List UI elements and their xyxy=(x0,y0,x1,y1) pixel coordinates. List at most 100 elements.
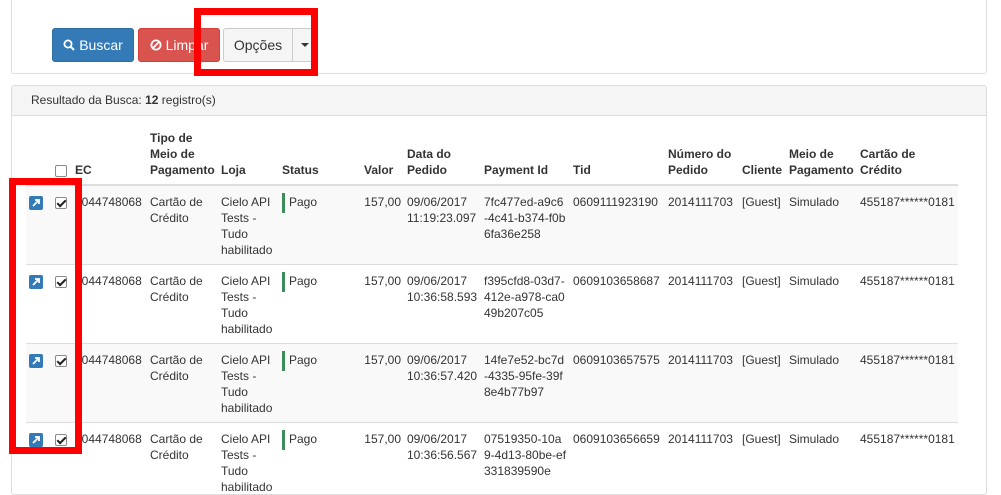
cell-tipo: Cartão de Crédito xyxy=(147,185,218,265)
data-value: 09/06/2017 11:19:23.097 xyxy=(407,195,476,225)
header-tipo[interactable]: Tipo de Meio de Pagamento xyxy=(147,130,218,185)
loja-value: Cielo API Tests - Tudo habilitado xyxy=(221,195,272,257)
header-cliente[interactable]: Cliente xyxy=(739,130,786,185)
table-row[interactable]: 0044748068 Cartão de Crédito Cielo API Tes… xyxy=(26,423,958,495)
header-loja[interactable]: Loja xyxy=(218,130,279,185)
cartao-value: 455187******0181 xyxy=(860,353,955,367)
cartao-value: 455187******0181 xyxy=(860,432,955,446)
ec-value: 0044748068 xyxy=(75,353,142,367)
cell-cartao: 455187******0181 xyxy=(857,423,958,495)
header-meio[interactable]: Meio de Pagamento xyxy=(786,130,857,185)
cell-data: 09/06/2017 10:36:58.593 xyxy=(404,265,481,344)
cell-ec: 0044748068 xyxy=(72,423,147,495)
buscar-label: Buscar xyxy=(79,37,123,53)
header-valor[interactable]: Valor xyxy=(361,130,404,185)
cell-payment-id: 7fc477ed-a9c6-4c41-b374-f0b6fa36e258 xyxy=(481,185,570,265)
header-status[interactable]: Status xyxy=(279,130,361,185)
cell-tipo: Cartão de Crédito xyxy=(147,265,218,344)
table-row[interactable]: 0044748068 Cartão de Crédito Cielo API Tes… xyxy=(26,344,958,423)
header-tid[interactable]: Tid xyxy=(570,130,665,185)
cell-valor: 157,00 xyxy=(361,185,404,265)
buscar-button[interactable]: Buscar xyxy=(52,28,134,62)
cell-tid: 0609103658687 xyxy=(570,265,665,344)
status-value: Pago xyxy=(289,195,317,209)
result-heading-prefix: Resultado da Busca: xyxy=(31,93,145,107)
highlight-row-actions xyxy=(9,178,82,454)
tipo-value: Cartão de Crédito xyxy=(150,353,203,383)
loja-value: Cielo API Tests - Tudo habilitado xyxy=(221,432,272,494)
cell-data: 09/06/2017 11:19:23.097 xyxy=(404,185,481,265)
cell-data: 09/06/2017 10:36:57.420 xyxy=(404,344,481,423)
cell-cliente: [Guest] xyxy=(739,344,786,423)
cell-numero: 2014111703 xyxy=(665,344,739,423)
data-value: 09/06/2017 10:36:57.420 xyxy=(407,353,477,383)
valor-value: 157,00 xyxy=(364,432,401,446)
cell-status: Pago xyxy=(279,185,361,265)
cell-ec: 0044748068 xyxy=(72,344,147,423)
highlight-opcoes xyxy=(194,8,318,76)
cell-valor: 157,00 xyxy=(361,344,404,423)
header-select-all xyxy=(52,130,72,185)
meio-value: Simulado xyxy=(789,432,839,446)
table-row[interactable]: 0044748068 Cartão de Crédito Cielo API Tes… xyxy=(26,185,958,265)
tipo-value: Cartão de Crédito xyxy=(150,432,203,462)
search-icon xyxy=(63,39,75,51)
cell-numero: 2014111703 xyxy=(665,265,739,344)
cliente-value: [Guest] xyxy=(742,353,781,367)
cell-loja: Cielo API Tests - Tudo habilitado xyxy=(218,265,279,344)
status-value: Pago xyxy=(289,432,317,446)
cell-tid: 0609103657575 xyxy=(570,344,665,423)
numero-value: 2014111703 xyxy=(668,274,733,288)
cell-status: Pago xyxy=(279,265,361,344)
cell-loja: Cielo API Tests - Tudo habilitado xyxy=(218,423,279,495)
cartao-value: 455187******0181 xyxy=(860,274,955,288)
cliente-value: [Guest] xyxy=(742,274,781,288)
numero-value: 2014111703 xyxy=(668,195,733,209)
cell-payment-id: 14fe7e52-bc7d-4335-95fe-39f8e4b77b97 xyxy=(481,344,570,423)
valor-value: 157,00 xyxy=(364,353,401,367)
cell-data: 09/06/2017 10:36:56.567 xyxy=(404,423,481,495)
ec-value: 0044748068 xyxy=(75,432,142,446)
status-value: Pago xyxy=(289,353,317,367)
table-row[interactable]: 0044748068 Cartão de Crédito Cielo API Tes… xyxy=(26,265,958,344)
meio-value: Simulado xyxy=(789,353,839,367)
status-indicator xyxy=(282,351,285,371)
result-heading: Resultado da Busca: 12 registro(s) xyxy=(12,86,986,116)
result-count-suffix: registro(s) xyxy=(158,93,215,107)
cell-cartao: 455187******0181 xyxy=(857,265,958,344)
header-payment-id[interactable]: Payment Id xyxy=(481,130,570,185)
cliente-value: [Guest] xyxy=(742,195,781,209)
cell-meio: Simulado xyxy=(786,185,857,265)
search-actions-panel: Buscar Limpar Opções xyxy=(11,0,987,74)
cell-loja: Cielo API Tests - Tudo habilitado xyxy=(218,344,279,423)
data-value: 09/06/2017 10:36:58.593 xyxy=(407,274,477,304)
cell-loja: Cielo API Tests - Tudo habilitado xyxy=(218,185,279,265)
tid-value: 0609103658687 xyxy=(573,274,660,288)
tid-value: 0609103657575 xyxy=(573,353,660,367)
data-value: 09/06/2017 10:36:56.567 xyxy=(407,432,477,462)
cell-cliente: [Guest] xyxy=(739,265,786,344)
header-data[interactable]: Data do Pedido xyxy=(404,130,481,185)
tipo-value: Cartão de Crédito xyxy=(150,195,203,225)
header-cartao[interactable]: Cartão de Crédito xyxy=(857,130,958,185)
status-indicator xyxy=(282,193,285,213)
result-count: 12 xyxy=(145,93,158,107)
cliente-value: [Guest] xyxy=(742,432,781,446)
loja-value: Cielo API Tests - Tudo habilitado xyxy=(221,274,272,336)
status-indicator xyxy=(282,272,285,292)
header-numero[interactable]: Número do Pedido xyxy=(665,130,739,185)
cell-tipo: Cartão de Crédito xyxy=(147,423,218,495)
loja-value: Cielo API Tests - Tudo habilitado xyxy=(221,353,272,415)
numero-value: 2014111703 xyxy=(668,353,733,367)
ec-value: 0044748068 xyxy=(75,274,142,288)
valor-value: 157,00 xyxy=(364,195,401,209)
tipo-value: Cartão de Crédito xyxy=(150,274,203,304)
ec-value: 0044748068 xyxy=(75,195,142,209)
header-ec[interactable]: EC xyxy=(72,130,147,185)
ban-icon xyxy=(150,39,162,51)
numero-value: 2014111703 xyxy=(668,432,733,446)
cell-tipo: Cartão de Crédito xyxy=(147,344,218,423)
cell-numero: 2014111703 xyxy=(665,185,739,265)
select-all-checkbox[interactable] xyxy=(55,165,67,177)
cell-valor: 157,00 xyxy=(361,423,404,495)
